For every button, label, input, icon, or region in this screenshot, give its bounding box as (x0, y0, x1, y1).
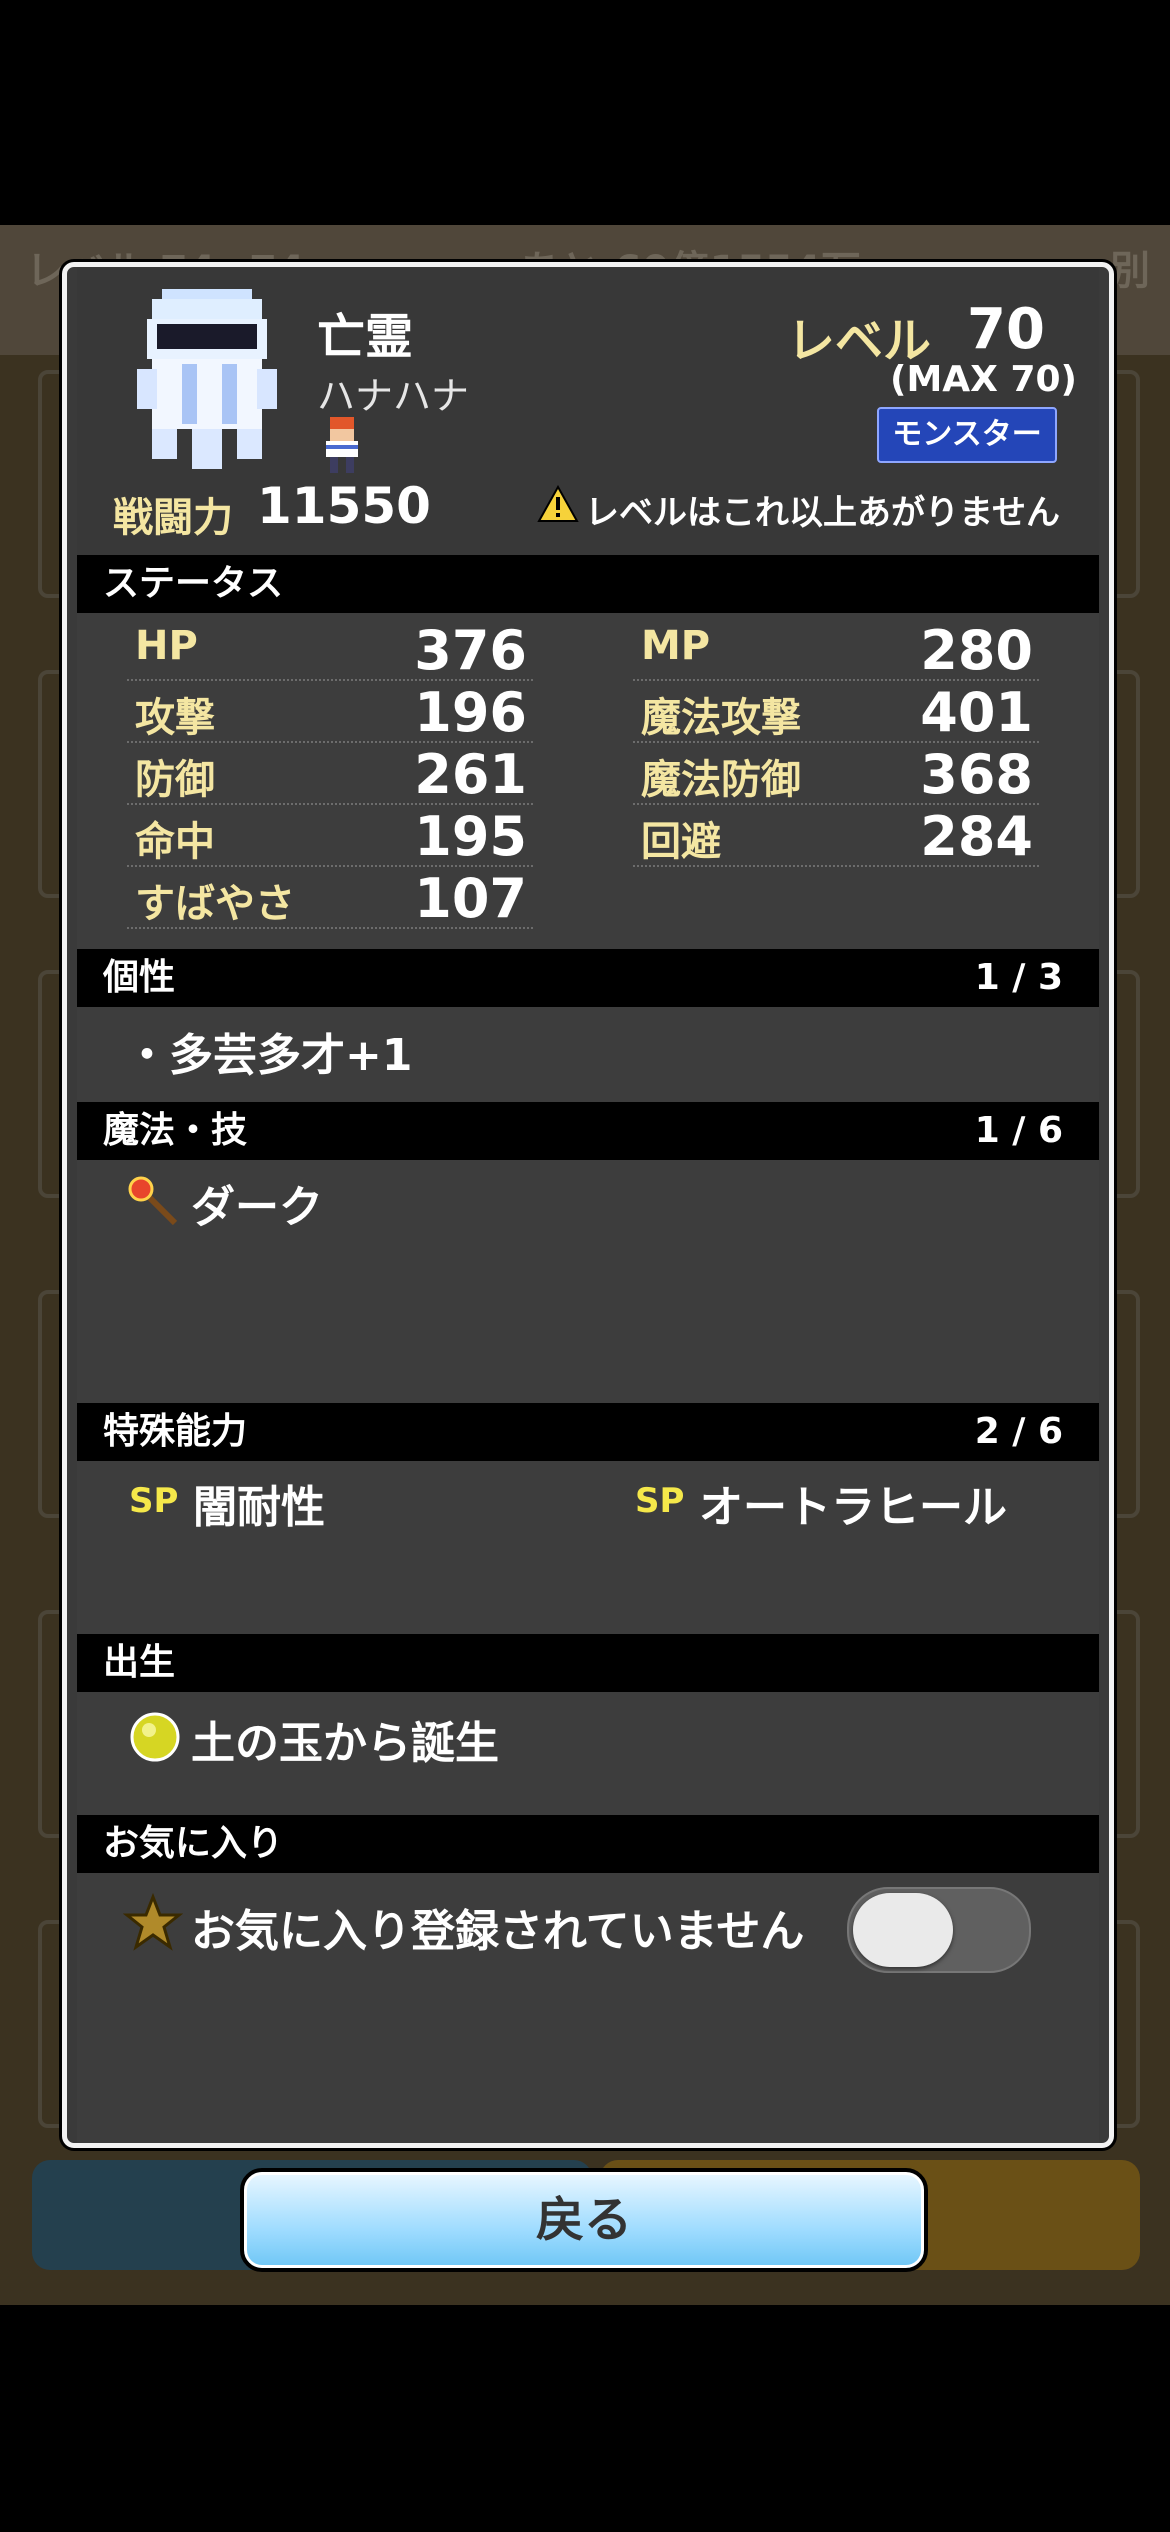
stat-row: 命中 195 (127, 803, 533, 868)
origin-title: 出生 (103, 1642, 176, 1683)
owner-name: ハナハナ (317, 374, 470, 418)
stat-row: HP 376 (127, 617, 533, 682)
magic-wand-icon (128, 1176, 178, 1226)
stat-row: 攻撃 196 (127, 679, 533, 744)
skills-section-header: 魔法・技 1 / 6 (77, 1102, 1099, 1160)
stat-value: 196 (414, 681, 527, 744)
sp-badge: SP (635, 1481, 685, 1521)
stat-row: すばやさ 107 (127, 865, 533, 930)
stat-label: HP (135, 623, 198, 669)
sp-badge: SP (129, 1481, 179, 1521)
monster-detail-dialog: 亡霊 ハナハナ レベル 70 (MAX 70) モンスター 戦闘力 11550 … (62, 262, 1114, 2148)
power-label: 戦闘力 (113, 495, 233, 541)
special-count: 2 / 6 (974, 1411, 1063, 1452)
stat-label: 防御 (135, 757, 215, 803)
level-max: (MAX 70) (890, 359, 1077, 400)
stat-label: 命中 (135, 819, 215, 865)
owner-character-icon (326, 417, 358, 473)
stat-value: 261 (414, 743, 527, 806)
monster-name: 亡霊 (317, 309, 414, 365)
origin-section-header: 出生 (77, 1634, 1099, 1692)
stat-value: 401 (920, 681, 1033, 744)
favorite-toggle[interactable] (847, 1887, 1031, 1973)
toggle-knob (853, 1893, 953, 1967)
trait-item: ・多芸多才+1 (125, 1030, 413, 1081)
stat-label: 攻撃 (135, 695, 215, 741)
stat-label: MP (641, 623, 711, 669)
stat-value: 107 (414, 867, 527, 930)
warning-icon (537, 485, 579, 522)
favorite-title: お気に入り (103, 1823, 284, 1864)
special-title: 特殊能力 (103, 1411, 248, 1452)
stat-value: 280 (920, 619, 1033, 682)
star-icon (123, 1893, 183, 1951)
monster-header: 亡霊 ハナハナ レベル 70 (MAX 70) モンスター 戦闘力 11550 … (77, 267, 1099, 555)
stat-label: 魔法防御 (641, 757, 801, 803)
back-button[interactable]: 戻る (240, 2168, 928, 2272)
stat-row: 魔法攻撃 401 (633, 679, 1039, 744)
special-section-header: 特殊能力 2 / 6 (77, 1403, 1099, 1461)
earth-orb-icon (130, 1712, 180, 1762)
power-value: 11550 (257, 477, 431, 535)
skills-count: 1 / 6 (974, 1110, 1063, 1151)
stat-label: 回避 (641, 819, 721, 865)
stat-value: 284 (920, 805, 1033, 868)
level-value: 70 (967, 297, 1045, 362)
stat-row: MP 280 (633, 617, 1039, 682)
level-cap-warning: レベルはこれ以上あがりません (585, 493, 1060, 533)
favorite-section-header: お気に入り (77, 1815, 1099, 1873)
traits-title: 個性 (103, 957, 176, 998)
skills-title: 魔法・技 (103, 1110, 248, 1151)
traits-count: 1 / 3 (974, 957, 1063, 998)
type-badge: モンスター (877, 407, 1057, 463)
special-ability-item: オートラヒール (699, 1482, 1007, 1533)
stat-row: 回避 284 (633, 803, 1039, 868)
status-section-header: ステータス (77, 555, 1099, 613)
origin-text: 土の玉から誕生 (191, 1718, 499, 1769)
stat-value: 195 (414, 805, 527, 868)
stat-value: 368 (920, 743, 1033, 806)
stat-row: 防御 261 (127, 741, 533, 806)
stat-label: すばやさ (135, 881, 295, 927)
status-title: ステータス (103, 563, 284, 604)
skill-item: ダーク (191, 1182, 323, 1233)
traits-section-header: 個性 1 / 3 (77, 949, 1099, 1007)
dialog-body: 亡霊 ハナハナ レベル 70 (MAX 70) モンスター 戦闘力 11550 … (77, 267, 1099, 2143)
special-ability-item: 闇耐性 (193, 1482, 325, 1533)
stat-label: 魔法攻撃 (641, 695, 801, 741)
background-right-text: 別 (1110, 248, 1150, 294)
ghost-monster-sprite (137, 289, 277, 469)
stat-value: 376 (414, 619, 527, 682)
favorite-status-text: お気に入り登録されていません (191, 1906, 805, 1957)
stat-row: 魔法防御 368 (633, 741, 1039, 806)
